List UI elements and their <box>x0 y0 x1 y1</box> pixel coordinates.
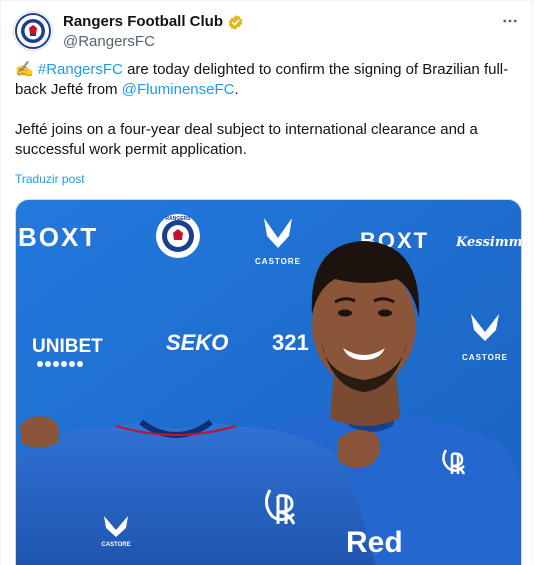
board-crest-icon: RANGERS <box>156 214 200 258</box>
tweet-media-image[interactable]: BOXT RANGERS CASTORE BOXT Kessimmer UNIB… <box>15 199 522 565</box>
verified-badge-icon <box>228 14 243 30</box>
board-kessimmer: Kessimmer <box>455 235 522 250</box>
mention-link[interactable]: @FluminenseFC <box>122 81 235 98</box>
more-options-button[interactable] <box>500 11 520 31</box>
board-castore-right: CASTORE <box>462 353 508 362</box>
board-321: 321 <box>272 330 309 355</box>
board-boxt-left: BOXT <box>18 222 98 252</box>
shirt-sponsor: Red <box>346 526 403 559</box>
writing-hand-emoji: ✍️ <box>15 61 34 78</box>
more-horizontal-icon <box>503 19 517 23</box>
shirt-castore: CASTORE <box>101 542 130 548</box>
tweet-text: ✍️ #RangersFC are today delighted to con… <box>15 60 515 160</box>
tweet-header: Rangers Football Club @RangersFC <box>13 11 522 51</box>
board-castore-top: CASTORE <box>255 257 301 266</box>
rangers-crest-icon <box>15 13 51 49</box>
translate-post-link[interactable]: Traduzir post <box>15 172 85 186</box>
tweet-paragraph-2: Jefté joins on a four-year deal subject … <box>15 121 478 158</box>
hashtag-link[interactable]: #RangersFC <box>38 61 123 78</box>
left-hand <box>20 416 59 448</box>
handle[interactable]: @RangersFC <box>63 32 244 52</box>
tweet-line-end: . <box>234 81 239 98</box>
board-seko: SEKO <box>166 330 228 355</box>
display-name[interactable]: Rangers Football Club <box>63 12 244 32</box>
board-crest-text: RANGERS <box>165 216 191 222</box>
avatar[interactable] <box>13 11 53 51</box>
board-unibet: UNIBET <box>32 336 103 357</box>
photo-player-signing: BOXT RANGERS CASTORE BOXT Kessimmer UNIB… <box>16 200 522 565</box>
display-name-text: Rangers Football Club <box>63 13 224 30</box>
tweet-card[interactable]: Rangers Football Club @RangersFC ✍️ #Ran… <box>0 0 533 565</box>
